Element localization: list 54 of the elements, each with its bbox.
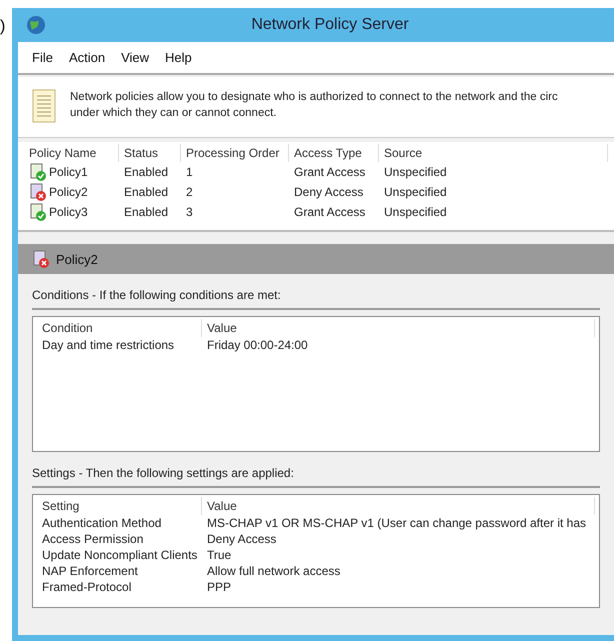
- column-header[interactable]: Value: [202, 319, 595, 337]
- detail-title: Policy2: [56, 252, 98, 266]
- policy-allow-icon: [29, 203, 47, 221]
- table-cell-text: Authentication Method: [41, 515, 162, 531]
- table-cell-text: Friday 00:00-24:00: [206, 337, 309, 353]
- column-header[interactable]: Status: [119, 144, 181, 162]
- menu-item[interactable]: View: [115, 48, 156, 67]
- table-cell-text: MS-CHAP v1 OR MS-CHAP v1 (User can change password after it has: [206, 515, 588, 531]
- table-cell-text: Unspecified: [383, 184, 448, 200]
- table-cell-text: 3: [185, 204, 194, 220]
- column-header[interactable]: Setting: [37, 497, 202, 515]
- column-header[interactable]: Condition: [37, 319, 202, 337]
- window-title: Network Policy Server: [250, 16, 410, 34]
- table-cell-text: True: [206, 547, 232, 563]
- table-cell-text: Enabled: [123, 164, 170, 180]
- table-cell-text: Framed-Protocol: [41, 579, 132, 595]
- description-text: Network policies allow you to designate who is authorized to connect to the network and the circ under which they can or cannot connect.: [70, 90, 558, 121]
- table-cell-text: Update Noncompliant Clients: [41, 547, 198, 563]
- policy-row[interactable]: Policy2 Enabled 2 Deny Access Unspecified: [24, 182, 608, 202]
- table-cell-text: Enabled: [123, 204, 170, 220]
- policy-allow-icon: [29, 163, 47, 181]
- table-cell-text: Unspecified: [383, 164, 448, 180]
- column-header[interactable]: Processing Order: [181, 144, 289, 162]
- policy-deny-icon: [32, 250, 50, 268]
- table-cell-text: Deny Access: [206, 531, 278, 547]
- table-cell-text: 2: [185, 184, 194, 200]
- table-cell-text: Allow full network access: [206, 563, 342, 579]
- table-cell: Policy2: [24, 182, 119, 202]
- globe-icon: [26, 15, 46, 35]
- table-cell-text: 1: [185, 164, 194, 180]
- table-cell-text: Day and time restrictions: [41, 337, 176, 353]
- table-cell-text: Access Permission: [41, 531, 144, 547]
- policy-row[interactable]: Policy1 Enabled 1 Grant Access Unspecified: [24, 162, 608, 182]
- table-cell: Policy3: [24, 202, 119, 222]
- column-header[interactable]: Value: [202, 497, 595, 515]
- section-heading: Conditions - If the following conditions are met:: [32, 280, 600, 310]
- table-cell-text: Unspecified: [383, 204, 448, 220]
- menu-item[interactable]: File: [26, 48, 59, 67]
- table-cell-text: Enabled: [123, 184, 170, 200]
- column-header[interactable]: Access Type: [289, 144, 379, 162]
- table-cell-text: Deny Access: [293, 184, 364, 200]
- table-cell-text: NAP Enforcement: [41, 563, 139, 579]
- menu-item[interactable]: Action: [62, 48, 112, 67]
- table-cell-text: Grant Access: [293, 164, 366, 180]
- section-heading: Settings - Then the following settings are applied:: [32, 458, 600, 488]
- table-cell-text: Grant Access: [293, 204, 366, 220]
- column-header[interactable]: Policy Name: [24, 144, 119, 162]
- policy-row[interactable]: Policy3 Enabled 3 Grant Access Unspecified: [24, 202, 608, 222]
- policy-deny-icon: [29, 183, 47, 201]
- table-cell-text: PPP: [206, 579, 232, 595]
- table-cell: Policy1: [24, 162, 119, 182]
- menu-item[interactable]: Help: [159, 48, 198, 67]
- column-header[interactable]: Source: [379, 144, 608, 162]
- edge-fragment: ): [0, 17, 6, 37]
